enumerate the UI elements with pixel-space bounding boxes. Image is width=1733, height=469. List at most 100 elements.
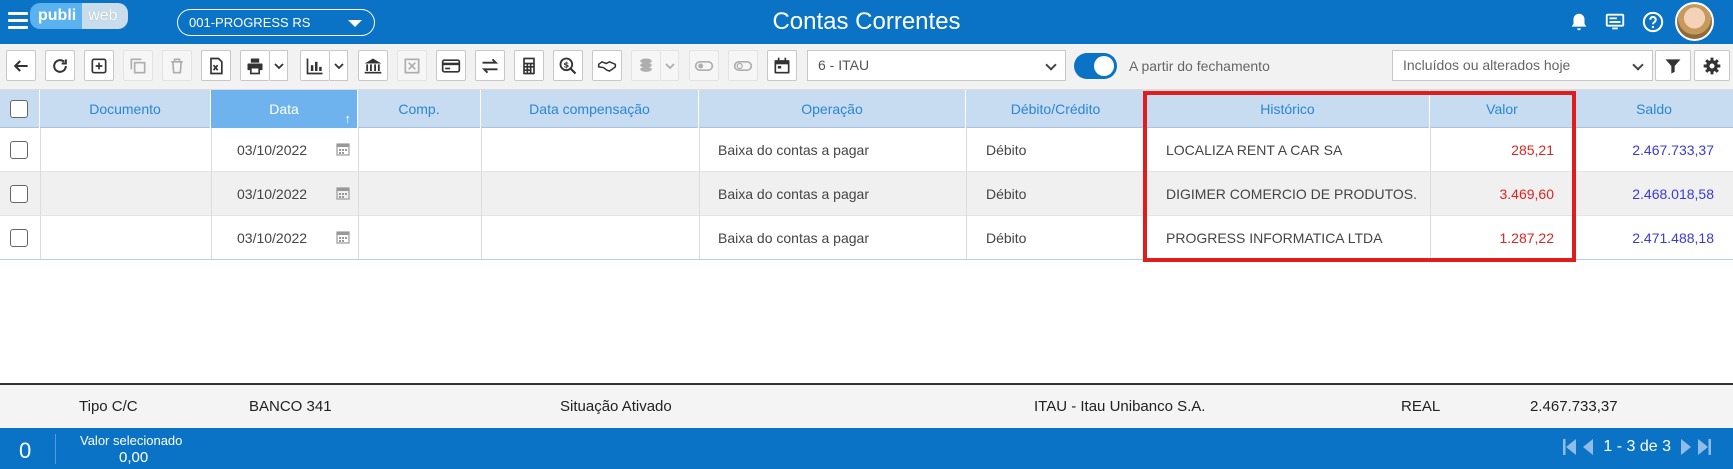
column-header-debito-credito[interactable]: Débito/Crédito [966, 90, 1146, 128]
column-header-documento[interactable]: Documento [40, 90, 211, 128]
last-page-icon[interactable] [1697, 438, 1711, 456]
menu-icon[interactable] [8, 12, 28, 30]
table-row[interactable]: 03/10/2022 Baixa do contas a pagar Débit… [0, 172, 1733, 216]
cell-saldo: 2.467.733,37 [1632, 142, 1714, 158]
coins-dropdown[interactable] [661, 50, 679, 81]
logo-text-publi: publi [30, 3, 83, 29]
info-situacao: Situação Ativado [560, 398, 672, 415]
date-filter-select-value: Incluídos ou alterados hoje [1403, 57, 1571, 73]
cell-historico: PROGRESS INFORMATICA LTDA [1166, 230, 1383, 246]
logo[interactable]: publi web [30, 3, 128, 39]
first-page-icon[interactable] [1563, 438, 1577, 456]
top-header: publi web 001-PROGRESS RS Contas Corrent… [0, 0, 1733, 44]
info-instituicao: ITAU - Itau Unibanco S.A. [1034, 398, 1206, 415]
chart-dropdown[interactable] [330, 50, 348, 81]
delete-button[interactable] [162, 50, 192, 81]
column-header-saldo[interactable]: Saldo [1575, 90, 1733, 128]
grid-divider [1575, 128, 1576, 259]
cell-saldo: 2.468.018,58 [1632, 186, 1714, 202]
cancel-button[interactable] [397, 50, 427, 81]
grid-divider [699, 128, 700, 259]
help-icon[interactable] [1642, 11, 1664, 33]
handshake-button[interactable] [592, 50, 622, 81]
user-avatar[interactable] [1675, 2, 1714, 41]
card-icon [441, 58, 461, 73]
calendar-button[interactable] [767, 50, 797, 81]
calendar-icon[interactable] [336, 142, 350, 156]
print-dropdown[interactable] [270, 50, 288, 81]
company-select[interactable]: 001-PROGRESS RS [177, 9, 375, 36]
bank-button[interactable] [358, 50, 388, 81]
transfer-button[interactable] [475, 50, 505, 81]
chart-button[interactable] [300, 50, 330, 81]
search-money-button[interactable]: $ [553, 50, 583, 81]
add-button[interactable] [84, 50, 114, 81]
bank-account-select[interactable]: 6 - ITAU [807, 50, 1066, 81]
print-icon [247, 58, 263, 74]
monitor-icon[interactable] [1604, 11, 1626, 33]
chevron-down-icon [333, 62, 344, 69]
bell-icon[interactable] [1568, 11, 1590, 33]
calculator-button[interactable] [514, 50, 544, 81]
closing-toggle[interactable] [1074, 53, 1117, 79]
row-checkbox[interactable] [10, 141, 28, 159]
info-saldo: 2.467.733,37 [1530, 398, 1618, 415]
calendar-icon[interactable] [336, 186, 350, 200]
cell-data: 03/10/2022 [237, 142, 308, 158]
chevron-down-icon [1045, 59, 1057, 71]
cell-historico: DIGIMER COMERCIO DE PRODUTOS... [1166, 186, 1418, 202]
back-arrow-icon [13, 59, 28, 72]
date-filter-select[interactable]: Incluídos ou alterados hoje [1392, 50, 1653, 81]
row-checkbox[interactable] [10, 229, 28, 247]
toolbar: $ 6 - ITAU A partir do fechamento Incluí… [0, 44, 1733, 90]
back-button[interactable] [6, 50, 36, 81]
column-header-operacao[interactable]: Operação [699, 90, 966, 128]
column-header-historico[interactable]: Histórico [1146, 90, 1430, 128]
column-header-comp[interactable]: Comp. [358, 90, 481, 128]
chevron-down-icon [348, 20, 362, 27]
refresh-icon [53, 58, 67, 73]
cell-data: 03/10/2022 [237, 186, 308, 202]
toggle-button-2[interactable] [728, 50, 758, 81]
refresh-button[interactable] [45, 50, 75, 81]
select-all-checkbox[interactable] [10, 100, 28, 118]
calendar-icon[interactable] [336, 230, 350, 244]
print-button[interactable] [240, 50, 270, 81]
toggle-off-icon [733, 60, 753, 71]
copy-button[interactable] [123, 50, 153, 81]
table-row[interactable]: 03/10/2022 Baixa do contas a pagar Débit… [0, 216, 1733, 260]
settings-button[interactable] [1694, 50, 1730, 81]
filter-icon [1665, 58, 1681, 73]
coins-button[interactable] [631, 50, 661, 81]
calculator-icon [523, 57, 535, 74]
toggle-button-1[interactable] [689, 50, 719, 81]
column-header-data-label: Data [269, 101, 299, 117]
column-header-valor[interactable]: Valor [1430, 90, 1575, 128]
table-row[interactable]: 03/10/2022 Baixa do contas a pagar Débit… [0, 128, 1733, 172]
row-checkbox[interactable] [10, 185, 28, 203]
account-info-bar: Tipo C/C BANCO 341 Situação Ativado ITAU… [0, 383, 1733, 428]
trash-icon [171, 58, 183, 73]
company-select-value: 001-PROGRESS RS [189, 15, 311, 30]
grid-bottom-border [0, 259, 1733, 260]
cell-data: 03/10/2022 [237, 230, 308, 246]
card-button[interactable] [436, 50, 466, 81]
cancel-icon [404, 58, 420, 73]
column-header-data[interactable]: Data ↑ [211, 90, 358, 128]
app-window: publi web 001-PROGRESS RS Contas Corrent… [0, 0, 1733, 469]
next-page-icon[interactable] [1679, 438, 1693, 456]
selected-value: 0,00 [119, 449, 149, 466]
cell-debito-credito: Débito [986, 186, 1027, 202]
chevron-down-icon [273, 62, 284, 69]
previous-page-icon[interactable] [1581, 438, 1595, 456]
cell-operacao: Baixa do contas a pagar [718, 230, 869, 246]
status-divider [55, 434, 56, 464]
chevron-down-icon [1632, 59, 1644, 71]
cell-historico: LOCALIZA RENT A CAR SA [1166, 142, 1343, 158]
column-header-data-compensacao[interactable]: Data compensação [481, 90, 699, 128]
handshake-icon [597, 60, 617, 72]
gear-icon [1703, 57, 1721, 74]
filter-button[interactable] [1655, 50, 1691, 81]
grid-divider [358, 128, 359, 259]
export-excel-button[interactable] [201, 50, 231, 81]
